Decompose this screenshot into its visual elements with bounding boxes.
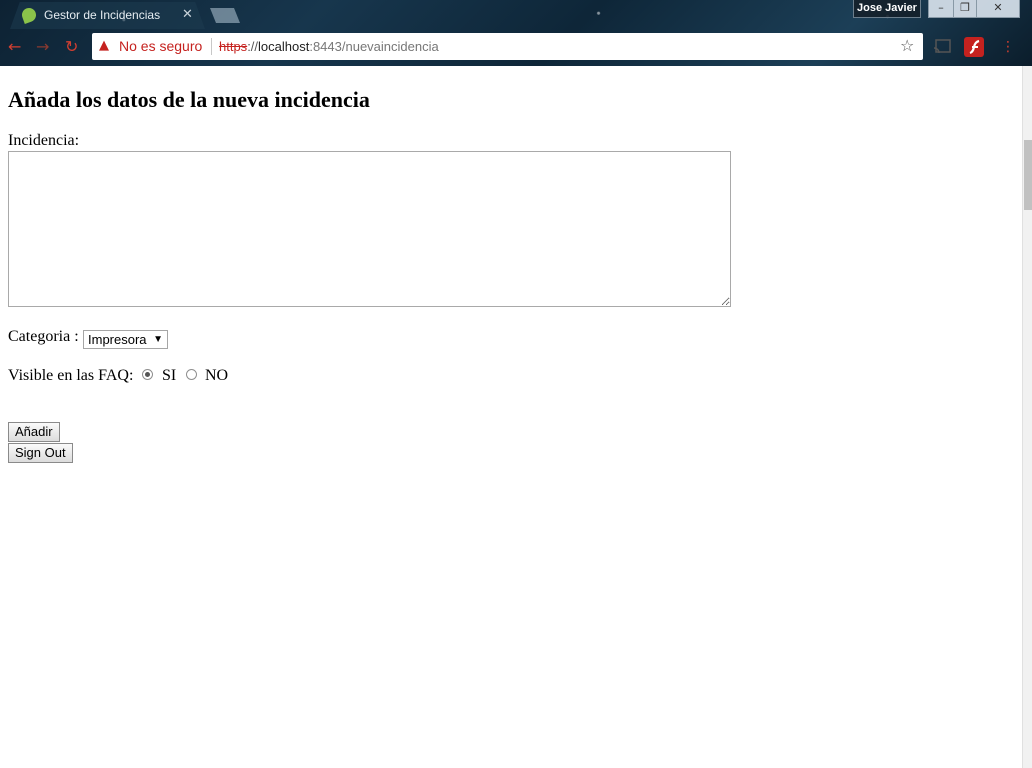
- close-icon[interactable]: ✕: [182, 6, 193, 22]
- add-button[interactable]: Añadir: [8, 422, 60, 442]
- sign-out-button[interactable]: Sign Out: [8, 443, 73, 463]
- page-content: Añada los datos de la nueva incidencia I…: [8, 66, 1018, 766]
- profile-button[interactable]: Jose Javier: [853, 0, 921, 18]
- warning-icon: ▲: [99, 38, 109, 53]
- url-text[interactable]: https://localhost:8443/nuevaincidencia: [219, 39, 439, 54]
- categoria-selected-value: Impresora: [88, 332, 147, 347]
- tab-title[interactable]: Gestor de Incidencias: [44, 8, 160, 22]
- window-close-icon[interactable]: ✕: [976, 0, 1020, 18]
- back-arrow-icon[interactable]: ←: [8, 38, 21, 56]
- security-status[interactable]: No es seguro: [119, 38, 202, 54]
- categoria-label: Categoria :: [8, 328, 79, 345]
- restore-icon[interactable]: ❐: [953, 0, 977, 18]
- reload-icon[interactable]: ↻: [65, 38, 78, 56]
- address-bar[interactable]: ▲ No es seguro https://localhost:8443/nu…: [92, 33, 923, 60]
- incidencia-textarea[interactable]: [8, 151, 731, 307]
- page-title: Añada los datos de la nueva incidencia: [8, 87, 370, 112]
- menu-icon[interactable]: ⋮: [1001, 38, 1015, 56]
- faq-radio-no-label: NO: [205, 367, 229, 384]
- url-host: localhost: [258, 39, 310, 54]
- incidencia-label: Incidencia:: [8, 132, 80, 149]
- forward-arrow-icon[interactable]: →: [36, 38, 49, 56]
- new-tab-button[interactable]: [210, 8, 240, 23]
- url-separator: ://: [247, 39, 259, 54]
- star-icon[interactable]: ☆: [900, 36, 914, 55]
- dropdown-arrow-icon: ▼: [153, 334, 163, 345]
- omnibox-divider: [211, 38, 212, 55]
- faq-radio-si-label: SI: [162, 367, 177, 384]
- faq-radio-si[interactable]: [142, 369, 153, 380]
- url-path: :8443/nuevaincidencia: [309, 39, 439, 54]
- scrollbar-thumb[interactable]: [1024, 140, 1032, 210]
- url-scheme: https: [219, 39, 248, 54]
- cast-icon[interactable]: [933, 39, 951, 55]
- faq-radio-no[interactable]: [186, 369, 197, 380]
- flash-icon[interactable]: [964, 37, 984, 57]
- browser-chrome: Gestor de Incidencias ✕ Jose Javier – ❐ …: [0, 0, 1032, 66]
- categoria-select[interactable]: Impresora ▼: [83, 330, 168, 349]
- faq-label: Visible en las FAQ:: [8, 367, 134, 384]
- minimize-icon[interactable]: –: [928, 0, 954, 18]
